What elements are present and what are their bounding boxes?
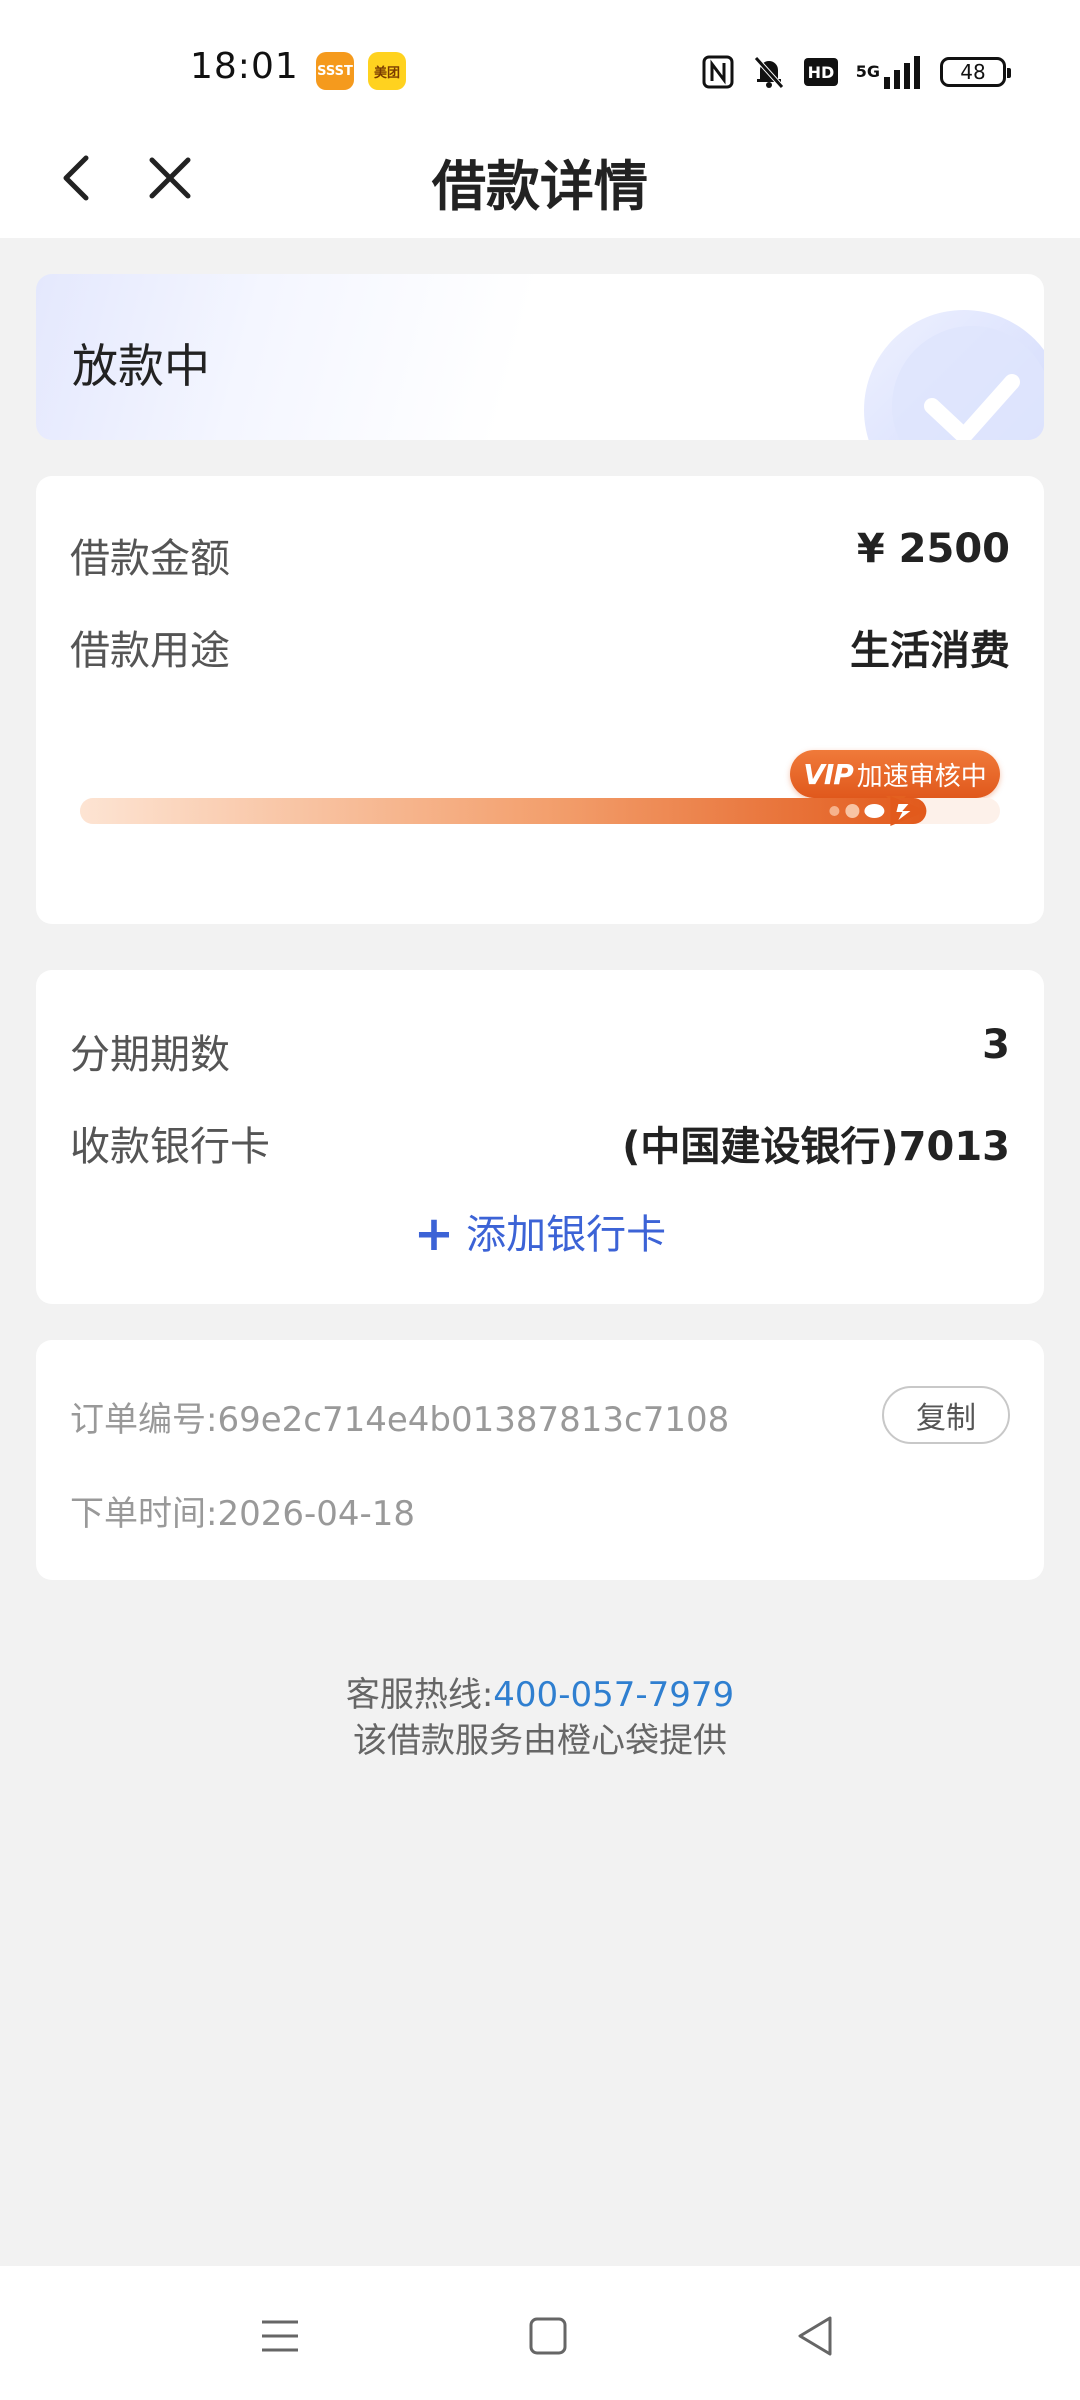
svg-text:HD: HD — [807, 63, 834, 82]
square-home-icon — [529, 2317, 567, 2355]
loan-status-text: 放款中 — [72, 339, 210, 393]
add-bank-card-button[interactable]: + 添加银行卡 — [36, 1202, 1044, 1262]
menu-icon — [262, 2320, 298, 2352]
bank-card-value: (中国建设银行)7013 — [622, 1124, 1010, 1170]
order-number-value: 69e2c714e4b01387813c7108 — [217, 1400, 730, 1440]
add-bank-card-label: 添加银行卡 — [466, 1212, 667, 1258]
order-time-value: 2026-04-18 — [217, 1494, 416, 1534]
hotline-row: 客服热线:400-057-7979 — [0, 1672, 1080, 1718]
mute-bell-icon — [752, 53, 786, 91]
home-button[interactable] — [518, 2306, 578, 2366]
hotline-label: 客服热线: — [345, 1675, 494, 1715]
purpose-value: 生活消费 — [850, 628, 1010, 674]
status-icons: HD 5G 48 — [702, 52, 1011, 92]
order-info-card: 订单编号:69e2c714e4b01387813c7108 复制 下单时间:20… — [36, 1340, 1044, 1580]
loan-status-card: 放款中 — [36, 274, 1044, 440]
amount-label: 借款金额 — [70, 536, 230, 582]
nfc-icon — [702, 53, 734, 91]
installment-label: 分期期数 — [70, 1032, 230, 1078]
battery-icon: 48 — [940, 53, 1011, 91]
order-time-row: 下单时间:2026-04-18 — [70, 1486, 415, 1535]
check-circle-icon — [864, 310, 1044, 440]
progress-fill — [80, 798, 927, 824]
status-time: 18:01 — [190, 46, 299, 87]
copy-order-number-button[interactable]: 复制 — [882, 1386, 1010, 1444]
status-bar: 18:01 SSST 美团 HD 5G 48 — [0, 0, 1080, 120]
recent-apps-button[interactable] — [250, 2306, 310, 2366]
battery-level: 48 — [940, 57, 1011, 87]
order-time-label: 下单时间: — [70, 1494, 218, 1534]
triangle-back-icon — [798, 2316, 832, 2356]
system-back-button[interactable] — [786, 2306, 846, 2366]
bank-card-label: 收款银行卡 — [70, 1124, 270, 1170]
installment-value: 3 — [982, 1022, 1010, 1068]
repayment-card: 分期期数 3 收款银行卡 (中国建设银行)7013 + 添加银行卡 — [36, 970, 1044, 1304]
loan-info-card: 借款金额 ¥ 2500 借款用途 生活消费 VIP 加速审核中 — [36, 476, 1044, 924]
purpose-label: 借款用途 — [70, 628, 230, 674]
hd-icon: HD — [803, 53, 838, 91]
review-progress-bar — [80, 796, 1000, 826]
meituan-notification-icon: 美团 — [368, 52, 406, 90]
page-title: 借款详情 — [432, 155, 648, 218]
amount-value: ¥ 2500 — [856, 526, 1010, 572]
footer: 客服热线:400-057-7979 该借款服务由橙心袋提供 — [0, 1672, 1080, 1764]
app-notification-icon: SSST — [316, 52, 354, 90]
plus-icon: + — [413, 1206, 455, 1262]
system-navigation-bar — [0, 2266, 1080, 2400]
provider-text: 该借款服务由橙心袋提供 — [353, 1721, 727, 1761]
hotline-number-link[interactable]: 400-057-7979 — [493, 1675, 734, 1715]
navigation-bar: 借款详情 — [0, 120, 1080, 238]
order-number-row: 订单编号:69e2c714e4b01387813c7108 — [70, 1392, 729, 1441]
signal-5g-icon: 5G — [856, 53, 922, 91]
order-number-label: 订单编号: — [70, 1400, 218, 1440]
